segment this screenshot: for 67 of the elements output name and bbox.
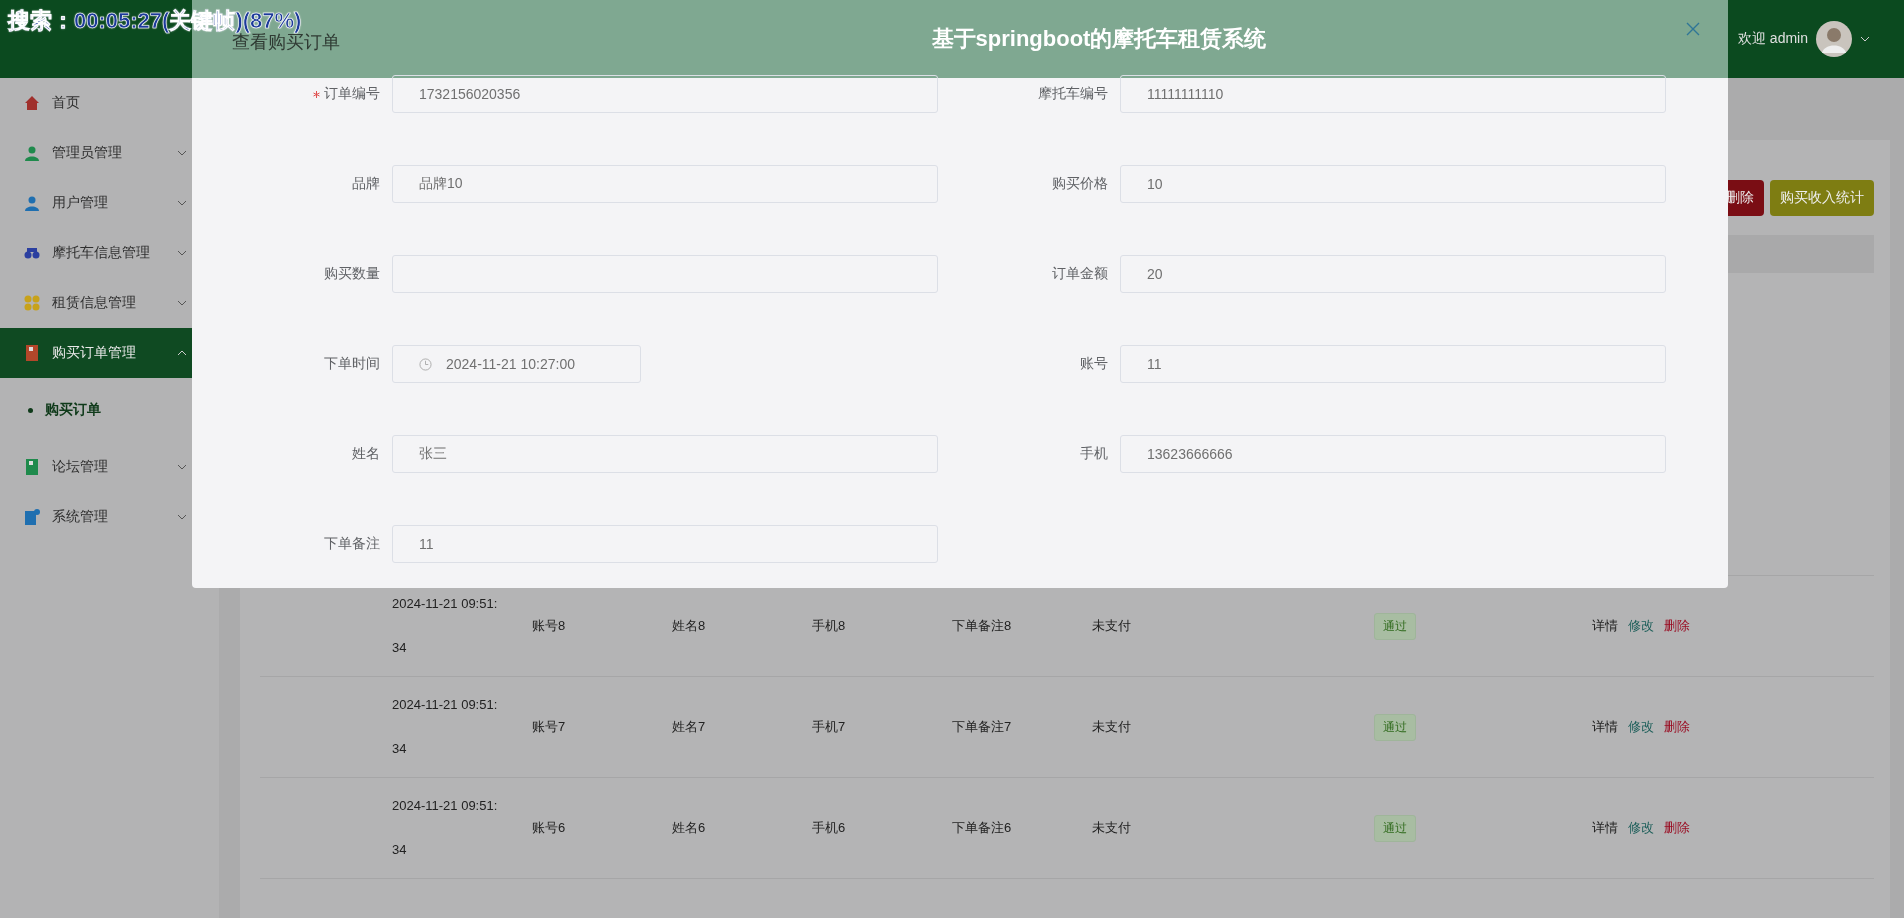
input-field[interactable]: 10 [1120,165,1666,203]
input-field[interactable]: 品牌10 [392,165,938,203]
table-cell: 未支付 [1092,719,1131,734]
table-cell: 下单备注6 [952,820,1012,835]
table-cell: 手机8 [812,618,846,633]
table-cell: 未支付 [1092,618,1131,633]
field-label: 手机 [1080,445,1108,463]
sidebar-subitem[interactable]: 购买订单 [0,378,219,442]
sidebar-item[interactable]: 摩托车信息管理 [0,228,219,278]
action-link[interactable]: 修改 [1628,718,1654,736]
table-cell-text: 2024-11-21 09:51:34 [392,595,499,657]
action-link[interactable]: 删除 [1664,617,1690,635]
table-cell: 姓名7 [672,719,706,734]
action-link[interactable]: 详情 [1592,617,1618,635]
date-field[interactable]: 2024-11-21 10:27:00 [392,345,641,383]
table-cell-text: 2024-11-21 09:51:34 [392,696,499,758]
status-tag: 通过 [1374,713,1416,741]
status-tag: 通过 [1374,612,1416,640]
field-label: 购买数量 [324,265,380,283]
sidebar-item[interactable]: 管理员管理 [0,128,219,178]
table-cell: 手机7 [812,719,846,734]
field-label: 下单时间 [324,355,380,373]
table-cell: 未支付 [1092,820,1131,835]
action-link[interactable]: 删除 [1664,819,1690,837]
field-label: 品牌 [352,175,380,193]
status-tag: 通过 [1374,814,1416,842]
action-link[interactable]: 修改 [1628,819,1654,837]
action-link[interactable]: 删除 [1664,718,1690,736]
field-label: 订单编号 [324,85,380,103]
input-field[interactable]: 11 [1120,345,1666,383]
sidebar-item[interactable]: 系统管理 [0,492,219,542]
input-field[interactable]: 11111111110 [1120,75,1666,113]
input-field[interactable] [392,255,938,293]
sidebar-item[interactable]: 首页 [0,78,219,128]
sidebar-item[interactable]: 租赁信息管理 [0,278,219,328]
field-label: 购买价格 [1052,175,1108,193]
clock-icon [419,357,432,371]
action-link[interactable]: 修改 [1628,617,1654,635]
input-field[interactable]: 20 [1120,255,1666,293]
table-cell-text: 2024-11-21 09:51:34 [392,797,499,859]
input-field[interactable]: 1732156020356 [392,75,938,113]
table-cell: 账号6 [532,820,566,835]
table-cell: 姓名8 [672,618,706,633]
sidebar-item[interactable]: 用户管理 [0,178,219,228]
table-cell: 下单备注7 [952,719,1012,734]
field-label: 下单备注 [324,535,380,553]
input-field[interactable]: 11 [392,525,938,563]
action-link[interactable]: 详情 [1592,718,1618,736]
input-field[interactable]: 13623666666 [1120,435,1666,473]
caret-icon[interactable] [1860,36,1870,42]
field-label: 姓名 [352,445,380,463]
table-cell: 下单备注8 [952,618,1012,633]
field-label: 账号 [1080,355,1108,373]
action-link[interactable]: 详情 [1592,819,1618,837]
table-cell: 姓名6 [672,820,706,835]
table-cell: 账号7 [532,719,566,734]
input-field[interactable]: 张三 [392,435,938,473]
stats-button[interactable]: 购买收入统计 [1770,180,1874,216]
app-title: 基于springboot的摩托车租赁系统 [931,25,1267,53]
avatar[interactable] [1816,21,1852,57]
dialog-title: 查看购买订单 [232,32,340,54]
field-label: 订单金额 [1052,265,1108,283]
table-cell: 账号8 [532,618,566,633]
sidebar-item[interactable]: 论坛管理 [0,442,219,492]
field-label: 摩托车编号 [1038,85,1108,103]
greeting-text: 欢迎 admin [1737,30,1808,48]
table-cell: 手机6 [812,820,846,835]
